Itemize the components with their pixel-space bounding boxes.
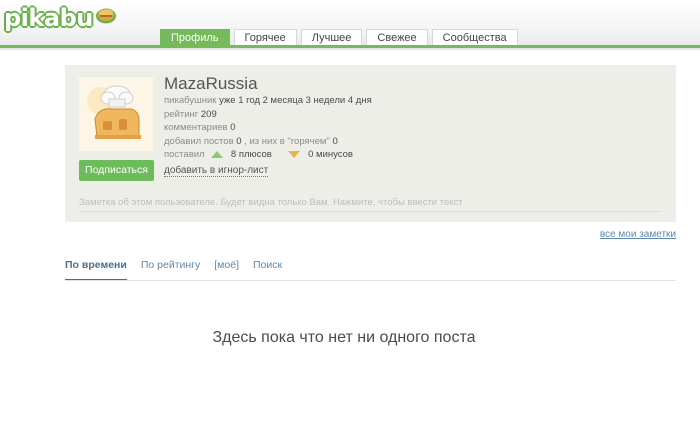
minus-arrow-icon — [288, 150, 301, 158]
bun-icon — [94, 3, 118, 30]
plus-arrow-icon — [211, 150, 224, 158]
tab-communities[interactable]: Сообщества — [431, 29, 518, 46]
site-header: pikabu Профиль Горячее Лучшее Свежее Соо… — [0, 0, 700, 50]
sort-tab-search[interactable]: Поиск — [253, 259, 282, 281]
sort-tab-by-time[interactable]: По времени — [65, 259, 127, 281]
sort-tab-mine[interactable]: [моё] — [214, 259, 239, 281]
profile-stats: пикабушник уже 1 год 2 месяца 3 недели 4… — [164, 94, 372, 162]
pikabu-logo[interactable]: pikabu — [4, 4, 118, 32]
sort-tabs-divider — [65, 280, 676, 281]
header-divider — [0, 45, 700, 48]
rating-label: рейтинг — [164, 108, 199, 120]
profile-card: MazaRussia пикабушник уже 1 год 2 месяца… — [65, 65, 676, 222]
minuses-count: 0 минусов — [308, 149, 353, 160]
all-notes-link[interactable]: все мои заметки — [600, 229, 676, 240]
tab-best[interactable]: Лучшее — [300, 29, 363, 46]
rating-value: 209 — [200, 108, 217, 120]
empty-posts-message: Здесь пока что нет ни одного поста — [212, 329, 476, 346]
ignore-list-link[interactable]: добавить в игнор-лист — [164, 165, 269, 177]
subscribe-button[interactable]: Подписаться — [79, 160, 154, 181]
posts-hot-label: , из них в "горячем" — [244, 135, 330, 147]
posts-hot-value: 0 — [332, 135, 338, 147]
tab-hot[interactable]: Горячее — [233, 29, 297, 46]
user-note-field[interactable]: Заметка об этом пользователе. Будет видн… — [79, 197, 463, 208]
tab-fresh[interactable]: Свежее — [366, 29, 428, 46]
pluses-count: 8 плюсов — [230, 149, 272, 160]
pikabushnik-label: пикабушник — [164, 95, 217, 106]
note-underline — [79, 211, 662, 212]
logo-text: pikabu — [4, 4, 93, 32]
membership-duration: уже 1 год 2 месяца 3 недели 4 дня — [219, 95, 372, 106]
gave-label: поставил — [164, 149, 205, 160]
posts-value: 0 — [236, 135, 242, 147]
main-nav-tabs: Профиль Горячее Лучшее Свежее Сообщества — [160, 29, 522, 46]
post-sort-tabs: По времени По рейтингу [моё] Поиск — [65, 259, 296, 281]
avatar[interactable] — [79, 77, 153, 151]
comments-label: комментариев — [164, 122, 228, 133]
posts-label: добавил постов — [164, 135, 234, 147]
chef-house-icon — [79, 77, 153, 151]
username: MazaRussia — [164, 74, 258, 93]
comments-value: 0 — [230, 122, 236, 133]
tab-profile[interactable]: Профиль — [160, 29, 230, 46]
sort-tab-by-rating[interactable]: По рейтингу — [141, 259, 200, 281]
